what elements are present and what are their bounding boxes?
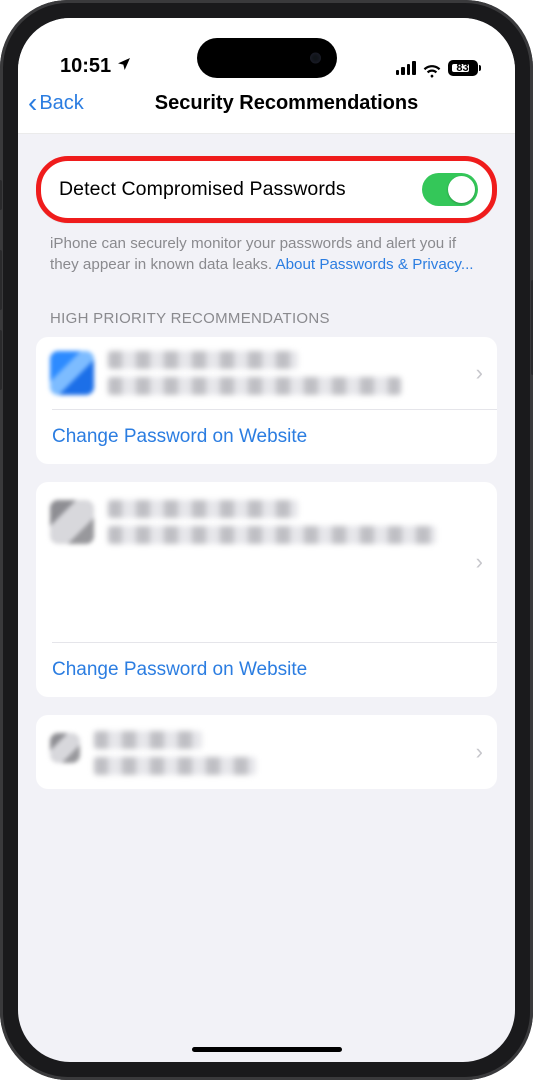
status-time: 10:51 xyxy=(60,55,111,78)
recommendation-row[interactable]: › xyxy=(36,482,497,642)
recommendation-card: › Change Password on Website xyxy=(36,337,497,464)
recommendation-row[interactable]: › xyxy=(36,715,497,789)
detect-footer: iPhone can securely monitor your passwor… xyxy=(36,223,497,276)
screen: 10:51 83 ‹ Back Secur xyxy=(18,18,515,1062)
section-header-high-priority: HIGH PRIORITY RECOMMENDATIONS xyxy=(36,276,497,337)
chevron-right-icon: › xyxy=(476,360,483,386)
change-password-button[interactable]: Change Password on Website xyxy=(36,410,497,464)
chevron-right-icon: › xyxy=(476,739,483,765)
recommendation-row[interactable]: › xyxy=(36,337,497,409)
detect-toggle-label: Detect Compromised Passwords xyxy=(59,178,346,201)
site-favicon xyxy=(50,500,94,544)
back-label: Back xyxy=(39,92,83,115)
recommendation-card: › xyxy=(36,715,497,789)
device-frame: 10:51 83 ‹ Back Secur xyxy=(0,0,533,1080)
volume-down-button[interactable] xyxy=(0,330,2,390)
recommendation-card: › Change Password on Website xyxy=(36,482,497,697)
location-icon xyxy=(116,55,132,78)
site-favicon xyxy=(50,351,94,395)
volume-up-button[interactable] xyxy=(0,250,2,310)
site-favicon xyxy=(50,733,80,763)
detect-toggle-row[interactable]: Detect Compromised Passwords xyxy=(36,156,497,223)
home-indicator[interactable] xyxy=(192,1047,342,1052)
cellular-icon xyxy=(396,61,416,75)
page-title: Security Recommendations xyxy=(18,92,515,115)
change-password-button[interactable]: Change Password on Website xyxy=(36,643,497,697)
content: Detect Compromised Passwords iPhone can … xyxy=(18,134,515,1062)
redacted-content xyxy=(108,351,483,395)
dynamic-island xyxy=(197,38,337,78)
redacted-content xyxy=(108,500,483,544)
back-button[interactable]: ‹ Back xyxy=(28,91,84,117)
silence-switch[interactable] xyxy=(0,180,2,210)
battery-icon: 83 xyxy=(448,60,482,76)
about-passwords-link[interactable]: About Passwords & Privacy... xyxy=(275,256,473,273)
chevron-left-icon: ‹ xyxy=(28,89,37,117)
chevron-right-icon: › xyxy=(476,549,483,575)
redacted-content xyxy=(94,731,483,775)
detect-toggle-switch[interactable] xyxy=(422,173,478,206)
navigation-bar: ‹ Back Security Recommendations xyxy=(18,80,515,134)
wifi-icon xyxy=(422,61,442,76)
